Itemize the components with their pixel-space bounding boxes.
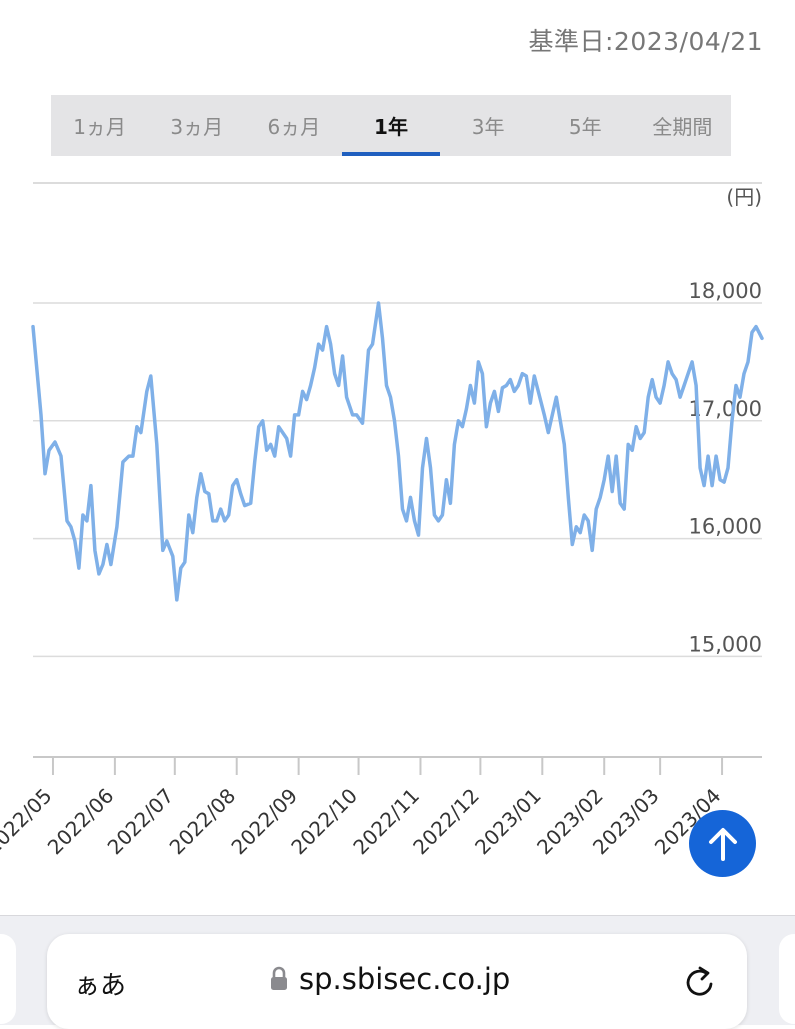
tab-label: 1年 [374,115,408,139]
tab-all-period[interactable]: 全期間 [634,95,731,156]
tab-5-years[interactable]: 5年 [537,95,634,156]
unit-label: (円) [726,185,762,209]
reload-icon[interactable] [683,964,717,1000]
x-tick-label: 2023/01 [470,784,546,860]
browser-toolbar: ぁあ sp.sbisec.co.jp [0,915,795,1029]
x-tick-label: 2022/07 [103,784,179,860]
price-chart[interactable]: 15,00016,00017,00018,000 2022/052022/062… [0,170,795,910]
tab-3-months[interactable]: 3ヵ月 [148,95,245,156]
arrow-up-icon [708,827,737,861]
y-tick-label: 15,000 [689,632,762,656]
tab-label: 3ヵ月 [170,115,224,139]
x-tick-label: 2022/08 [165,784,241,860]
tab-6-months[interactable]: 6ヵ月 [245,95,342,156]
price-line [31,301,764,602]
x-tick-label: 2022/12 [408,784,484,860]
x-tick-label: 2022/10 [286,784,362,860]
scroll-to-top-button[interactable] [689,810,756,877]
tab-1-year[interactable]: 1年 [342,95,440,156]
previous-tab-preview[interactable] [0,934,16,1024]
lock-icon [271,966,287,990]
tab-label: 6ヵ月 [267,115,321,139]
period-tabs: 1ヵ月 3ヵ月 6ヵ月 1年 3年 5年 全期間 [51,95,731,156]
y-tick-label: 16,000 [689,515,762,539]
tab-3-years[interactable]: 3年 [440,95,537,156]
base-date: 基準日:2023/04/21 [528,27,763,56]
tab-1-month[interactable]: 1ヵ月 [51,95,148,156]
next-tab-preview[interactable] [779,934,795,1024]
y-tick-label: 18,000 [689,279,762,303]
tab-label: 3年 [471,115,505,139]
tab-label: 5年 [568,115,602,139]
url-text: sp.sbisec.co.jp [299,962,511,996]
page-settings-button[interactable]: ぁあ [74,965,126,1002]
y-tick-label: 17,000 [689,397,762,421]
address-bar[interactable]: ぁあ sp.sbisec.co.jp [47,934,747,1029]
tab-label: 1ヵ月 [73,115,126,139]
tab-label: 全期間 [652,115,713,139]
